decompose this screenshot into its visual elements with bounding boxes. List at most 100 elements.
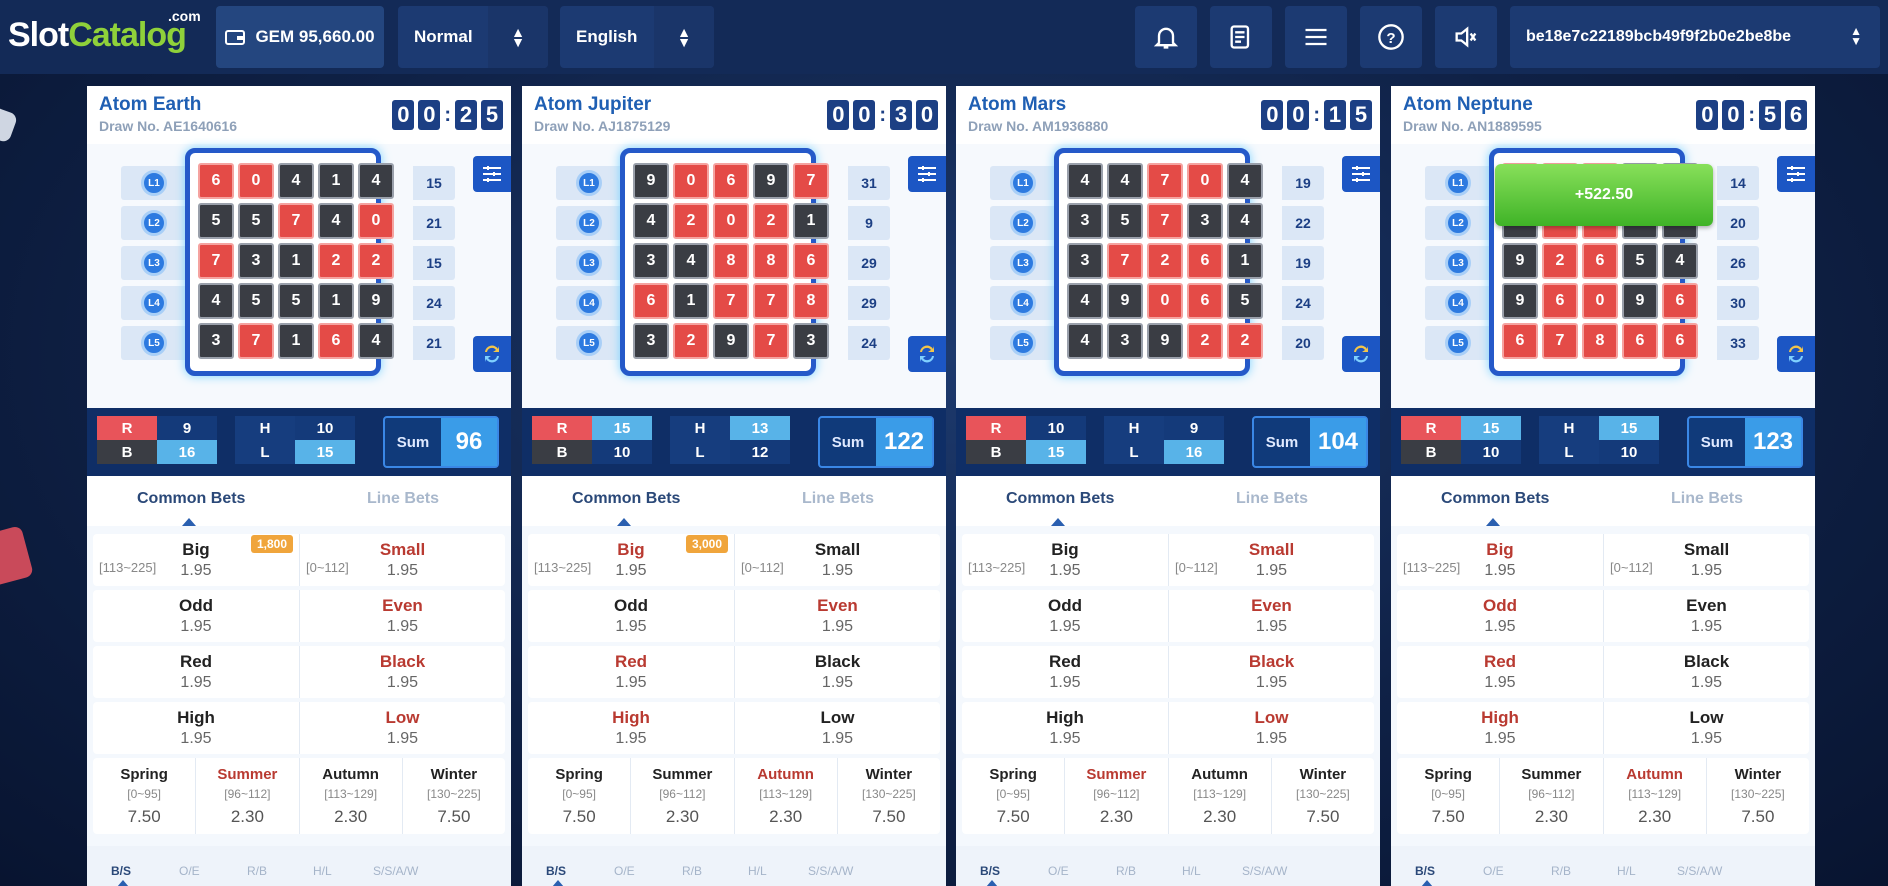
notifications-button[interactable] — [1135, 6, 1197, 68]
bet-season[interactable]: Summer [96~112] 2.30 — [630, 758, 733, 834]
bet-small[interactable]: [0~112] Small 1.95 — [1603, 534, 1809, 586]
balance-button[interactable]: GEM 95,660.00 — [216, 6, 384, 68]
trend-tab[interactable]: B/S — [1415, 864, 1435, 878]
bet-small[interactable]: [0~112] Small 1.95 — [1168, 534, 1374, 586]
bet-season[interactable]: Spring [0~95] 7.50 — [93, 758, 195, 834]
language-select[interactable]: English ▲ ▼ — [560, 6, 714, 68]
trend-tab[interactable]: S/S/A/W — [808, 864, 853, 878]
tab-line-bets[interactable]: Line Bets — [367, 490, 439, 508]
bet-big[interactable]: [113~225] Big 1.95 3,000 — [528, 534, 734, 586]
bet-name: Black — [814, 652, 861, 671]
bet-small[interactable]: [0~112] Small 1.95 — [734, 534, 940, 586]
bet-even[interactable]: Even 1.95 — [734, 590, 940, 642]
number-ball: 0 — [358, 203, 394, 239]
help-button[interactable]: ? — [1360, 6, 1422, 68]
bet-red[interactable]: Red 1.95 — [528, 646, 734, 698]
trend-tab[interactable]: R/B — [247, 864, 267, 878]
season-range: [96~112] — [659, 787, 706, 801]
line-badge: L2 — [1445, 210, 1471, 236]
layout-button[interactable] — [1777, 156, 1815, 192]
refresh-button[interactable] — [1342, 336, 1380, 372]
trend-tab[interactable]: O/E — [1483, 864, 1504, 878]
bet-high[interactable]: High 1.95 — [93, 702, 299, 754]
trend-tab[interactable]: R/B — [1551, 864, 1571, 878]
bet-high[interactable]: High 1.95 — [962, 702, 1168, 754]
layout-button[interactable] — [1342, 156, 1380, 192]
tab-line-bets[interactable]: Line Bets — [1671, 490, 1743, 508]
bet-black[interactable]: Black 1.95 — [299, 646, 505, 698]
bet-even[interactable]: Even 1.95 — [1168, 590, 1374, 642]
bet-red[interactable]: Red 1.95 — [962, 646, 1168, 698]
history-button[interactable] — [1210, 6, 1272, 68]
trend-tab[interactable]: R/B — [1116, 864, 1136, 878]
bet-black[interactable]: Black 1.95 — [1603, 646, 1809, 698]
layout-button[interactable] — [908, 156, 946, 192]
bet-low[interactable]: Low 1.95 — [734, 702, 940, 754]
bet-odd[interactable]: Odd 1.95 — [528, 590, 734, 642]
trend-tab[interactable]: H/L — [313, 864, 332, 878]
refresh-button[interactable] — [1777, 336, 1815, 372]
tab-common-bets[interactable]: Common Bets — [1006, 490, 1114, 508]
line-badge: L3 — [1010, 250, 1036, 276]
user-id-select[interactable]: be18e7c22189bcb49f9f2b0e2be8be ▲ ▼ — [1510, 6, 1880, 68]
trend-tab[interactable]: O/E — [179, 864, 200, 878]
trend-tab[interactable]: S/S/A/W — [1242, 864, 1287, 878]
tab-common-bets[interactable]: Common Bets — [1441, 490, 1549, 508]
trend-tab[interactable]: S/S/A/W — [1677, 864, 1722, 878]
bet-high[interactable]: High 1.95 — [1397, 702, 1603, 754]
bet-season[interactable]: Summer [96~112] 2.30 — [1499, 758, 1602, 834]
bet-season[interactable]: Winter [130~225] 7.50 — [401, 758, 505, 834]
bet-season[interactable]: Spring [0~95] 7.50 — [528, 758, 630, 834]
bet-season[interactable]: Winter [130~225] 7.50 — [1270, 758, 1374, 834]
trend-tab[interactable]: R/B — [682, 864, 702, 878]
bet-season[interactable]: Autumn [113~129] 2.30 — [733, 758, 837, 834]
bet-red[interactable]: Red 1.95 — [1397, 646, 1603, 698]
trend-tab[interactable]: B/S — [111, 864, 131, 878]
layout-button[interactable] — [473, 156, 511, 192]
tab-line-bets[interactable]: Line Bets — [1236, 490, 1308, 508]
tab-common-bets[interactable]: Common Bets — [137, 490, 245, 508]
trend-tab[interactable]: B/S — [546, 864, 566, 878]
refresh-button[interactable] — [473, 336, 511, 372]
bet-red[interactable]: Red 1.95 — [93, 646, 299, 698]
bet-season[interactable]: Spring [0~95] 7.50 — [962, 758, 1064, 834]
bet-black[interactable]: Black 1.95 — [1168, 646, 1374, 698]
bet-season[interactable]: Spring [0~95] 7.50 — [1397, 758, 1499, 834]
bet-season[interactable]: Summer [96~112] 2.30 — [195, 758, 298, 834]
trend-tab[interactable]: H/L — [1182, 864, 1201, 878]
trend-tab[interactable]: B/S — [980, 864, 1000, 878]
menu-button[interactable] — [1285, 6, 1347, 68]
bet-big[interactable]: [113~225] Big 1.95 1,800 — [93, 534, 299, 586]
mode-select[interactable]: Normal ▲ ▼ — [398, 6, 548, 68]
bet-high[interactable]: High 1.95 — [528, 702, 734, 754]
trend-tab[interactable]: S/S/A/W — [373, 864, 418, 878]
bet-season[interactable]: Autumn [113~129] 2.30 — [298, 758, 402, 834]
number-ball: 9 — [1622, 283, 1658, 319]
number-ball: 0 — [1187, 163, 1223, 199]
tab-line-bets[interactable]: Line Bets — [802, 490, 874, 508]
tab-common-bets[interactable]: Common Bets — [572, 490, 680, 508]
bet-big[interactable]: [113~225] Big 1.95 — [1397, 534, 1603, 586]
bet-odd[interactable]: Odd 1.95 — [93, 590, 299, 642]
bet-season[interactable]: Autumn [113~129] 2.30 — [1602, 758, 1706, 834]
bet-odd[interactable]: Odd 1.95 — [962, 590, 1168, 642]
bet-small[interactable]: [0~112] Small 1.95 — [299, 534, 505, 586]
bet-season[interactable]: Winter [130~225] 7.50 — [836, 758, 940, 834]
trend-tab[interactable]: O/E — [614, 864, 635, 878]
bet-low[interactable]: Low 1.95 — [1603, 702, 1809, 754]
bet-low[interactable]: Low 1.95 — [299, 702, 505, 754]
bet-season[interactable]: Winter [130~225] 7.50 — [1705, 758, 1809, 834]
refresh-button[interactable] — [908, 336, 946, 372]
trend-tab[interactable]: H/L — [1617, 864, 1636, 878]
bet-season[interactable]: Summer [96~112] 2.30 — [1064, 758, 1167, 834]
bet-black[interactable]: Black 1.95 — [734, 646, 940, 698]
bet-odd[interactable]: Odd 1.95 — [1397, 590, 1603, 642]
bet-season[interactable]: Autumn [113~129] 2.30 — [1167, 758, 1271, 834]
bet-low[interactable]: Low 1.95 — [1168, 702, 1374, 754]
bet-even[interactable]: Even 1.95 — [1603, 590, 1809, 642]
trend-tab[interactable]: O/E — [1048, 864, 1069, 878]
bet-even[interactable]: Even 1.95 — [299, 590, 505, 642]
trend-tab[interactable]: H/L — [748, 864, 767, 878]
sound-button[interactable] — [1435, 6, 1497, 68]
bet-big[interactable]: [113~225] Big 1.95 — [962, 534, 1168, 586]
